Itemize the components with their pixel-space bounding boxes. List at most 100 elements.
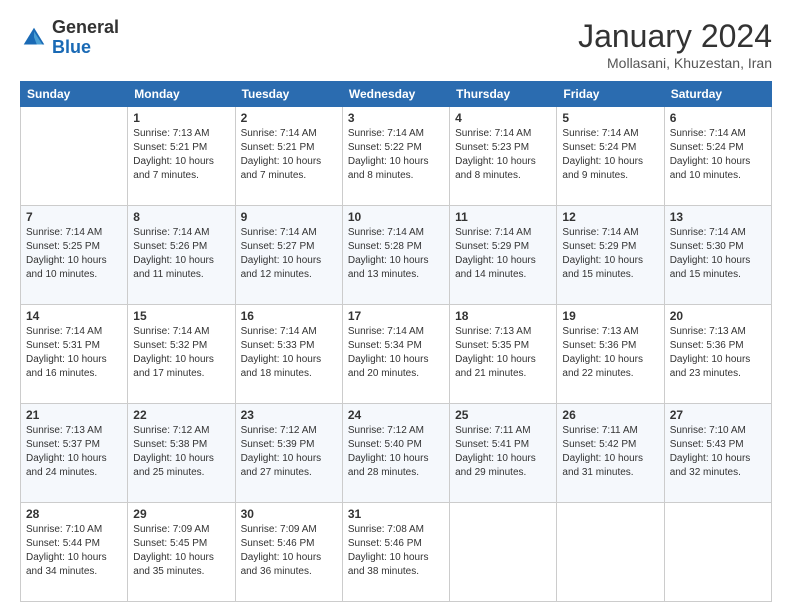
day-of-week-thursday: Thursday — [450, 82, 557, 107]
day-info: Sunrise: 7:14 AM Sunset: 5:34 PM Dayligh… — [348, 325, 444, 381]
calendar-cell — [664, 503, 771, 602]
day-number: 23 — [241, 408, 337, 422]
title-block: January 2024 Mollasani, Khuzestan, Iran — [578, 18, 772, 71]
day-number: 24 — [348, 408, 444, 422]
calendar-cell: 8Sunrise: 7:14 AM Sunset: 5:26 PM Daylig… — [128, 206, 235, 305]
logo-text: General Blue — [52, 18, 119, 58]
day-info: Sunrise: 7:11 AM Sunset: 5:41 PM Dayligh… — [455, 424, 551, 480]
calendar-cell: 31Sunrise: 7:08 AM Sunset: 5:46 PM Dayli… — [342, 503, 449, 602]
day-info: Sunrise: 7:14 AM Sunset: 5:21 PM Dayligh… — [241, 127, 337, 183]
calendar-cell — [450, 503, 557, 602]
day-info: Sunrise: 7:10 AM Sunset: 5:44 PM Dayligh… — [26, 523, 122, 579]
day-info: Sunrise: 7:13 AM Sunset: 5:36 PM Dayligh… — [562, 325, 658, 381]
day-of-week-monday: Monday — [128, 82, 235, 107]
day-info: Sunrise: 7:13 AM Sunset: 5:35 PM Dayligh… — [455, 325, 551, 381]
day-number: 17 — [348, 309, 444, 323]
day-info: Sunrise: 7:14 AM Sunset: 5:25 PM Dayligh… — [26, 226, 122, 282]
calendar-cell: 3 Sunrise: 7:14 AM Sunset: 5:22 PM Daylig… — [342, 107, 449, 206]
calendar-cell: 30 Sunrise: 7:09 AM Sunset: 5:46 PM Dayli… — [235, 503, 342, 602]
calendar-cell: 15 Sunrise: 7:14 AM Sunset: 5:32 PM Dayli… — [128, 305, 235, 404]
day-number: 26 — [562, 408, 658, 422]
page: General Blue January 2024 Mollasani, Khu… — [0, 0, 792, 612]
calendar-cell: 6 Sunrise: 7:14 AM Sunset: 5:24 PM Daylig… — [664, 107, 771, 206]
day-info: Sunrise: 7:14 AM Sunset: 5:27 PM Dayligh… — [241, 226, 337, 282]
calendar-cell: 5 Sunrise: 7:14 AM Sunset: 5:24 PM Daylig… — [557, 107, 664, 206]
calendar-cell: 26 Sunrise: 7:11 AM Sunset: 5:42 PM Dayli… — [557, 404, 664, 503]
day-info: Sunrise: 7:14 AM Sunset: 5:33 PM Dayligh… — [241, 325, 337, 381]
day-info: Sunrise: 7:14 AM Sunset: 5:22 PM Dayligh… — [348, 127, 444, 183]
day-number: 9 — [241, 210, 337, 224]
calendar-cell: 19 Sunrise: 7:13 AM Sunset: 5:36 PM Dayli… — [557, 305, 664, 404]
logo-icon — [20, 24, 48, 52]
calendar-cell: 10Sunrise: 7:14 AM Sunset: 5:28 PM Dayli… — [342, 206, 449, 305]
day-info: Sunrise: 7:14 AM Sunset: 5:28 PM Dayligh… — [348, 226, 444, 282]
day-number: 3 — [348, 111, 444, 125]
day-number: 18 — [455, 309, 551, 323]
week-row-5: 28 Sunrise: 7:10 AM Sunset: 5:44 PM Dayli… — [21, 503, 772, 602]
day-number: 31 — [348, 507, 444, 521]
calendar-cell: 29 Sunrise: 7:09 AM Sunset: 5:45 PM Dayli… — [128, 503, 235, 602]
day-number: 5 — [562, 111, 658, 125]
calendar-cell: 7 Sunrise: 7:14 AM Sunset: 5:25 PM Daylig… — [21, 206, 128, 305]
calendar-cell: 16 Sunrise: 7:14 AM Sunset: 5:33 PM Dayli… — [235, 305, 342, 404]
day-number: 20 — [670, 309, 766, 323]
day-number: 12 — [562, 210, 658, 224]
day-of-week-sunday: Sunday — [21, 82, 128, 107]
day-number: 16 — [241, 309, 337, 323]
logo-blue: Blue — [52, 37, 91, 57]
calendar-cell — [21, 107, 128, 206]
day-of-week-friday: Friday — [557, 82, 664, 107]
day-info: Sunrise: 7:09 AM Sunset: 5:46 PM Dayligh… — [241, 523, 337, 579]
day-info: Sunrise: 7:14 AM Sunset: 5:24 PM Dayligh… — [670, 127, 766, 183]
calendar-cell: 22Sunrise: 7:12 AM Sunset: 5:38 PM Dayli… — [128, 404, 235, 503]
day-number: 4 — [455, 111, 551, 125]
calendar-cell: 25Sunrise: 7:11 AM Sunset: 5:41 PM Dayli… — [450, 404, 557, 503]
calendar-cell: 18 Sunrise: 7:13 AM Sunset: 5:35 PM Dayli… — [450, 305, 557, 404]
day-info: Sunrise: 7:14 AM Sunset: 5:32 PM Dayligh… — [133, 325, 229, 381]
day-number: 28 — [26, 507, 122, 521]
calendar-cell: 14 Sunrise: 7:14 AM Sunset: 5:31 PM Dayli… — [21, 305, 128, 404]
calendar-cell: 24Sunrise: 7:12 AM Sunset: 5:40 PM Dayli… — [342, 404, 449, 503]
day-info: Sunrise: 7:14 AM Sunset: 5:30 PM Dayligh… — [670, 226, 766, 282]
header-row: SundayMondayTuesdayWednesdayThursdayFrid… — [21, 82, 772, 107]
calendar-cell: 9 Sunrise: 7:14 AM Sunset: 5:27 PM Daylig… — [235, 206, 342, 305]
week-row-2: 7 Sunrise: 7:14 AM Sunset: 5:25 PM Daylig… — [21, 206, 772, 305]
month-title: January 2024 — [578, 18, 772, 55]
day-number: 13 — [670, 210, 766, 224]
calendar-cell: 4 Sunrise: 7:14 AM Sunset: 5:23 PM Daylig… — [450, 107, 557, 206]
day-number: 6 — [670, 111, 766, 125]
day-number: 15 — [133, 309, 229, 323]
calendar-cell: 13 Sunrise: 7:14 AM Sunset: 5:30 PM Dayli… — [664, 206, 771, 305]
header: General Blue January 2024 Mollasani, Khu… — [20, 18, 772, 71]
day-info: Sunrise: 7:13 AM Sunset: 5:36 PM Dayligh… — [670, 325, 766, 381]
day-number: 2 — [241, 111, 337, 125]
day-info: Sunrise: 7:11 AM Sunset: 5:42 PM Dayligh… — [562, 424, 658, 480]
calendar-cell: 27Sunrise: 7:10 AM Sunset: 5:43 PM Dayli… — [664, 404, 771, 503]
week-row-3: 14 Sunrise: 7:14 AM Sunset: 5:31 PM Dayli… — [21, 305, 772, 404]
day-number: 21 — [26, 408, 122, 422]
day-info: Sunrise: 7:14 AM Sunset: 5:24 PM Dayligh… — [562, 127, 658, 183]
day-number: 30 — [241, 507, 337, 521]
calendar-table: SundayMondayTuesdayWednesdayThursdayFrid… — [20, 81, 772, 602]
location: Mollasani, Khuzestan, Iran — [578, 55, 772, 71]
day-info: Sunrise: 7:09 AM Sunset: 5:45 PM Dayligh… — [133, 523, 229, 579]
day-number: 29 — [133, 507, 229, 521]
calendar-cell: 11Sunrise: 7:14 AM Sunset: 5:29 PM Dayli… — [450, 206, 557, 305]
calendar-cell: 23Sunrise: 7:12 AM Sunset: 5:39 PM Dayli… — [235, 404, 342, 503]
day-of-week-wednesday: Wednesday — [342, 82, 449, 107]
calendar-cell: 2 Sunrise: 7:14 AM Sunset: 5:21 PM Daylig… — [235, 107, 342, 206]
day-info: Sunrise: 7:14 AM Sunset: 5:29 PM Dayligh… — [455, 226, 551, 282]
day-of-week-saturday: Saturday — [664, 82, 771, 107]
day-info: Sunrise: 7:10 AM Sunset: 5:43 PM Dayligh… — [670, 424, 766, 480]
calendar-cell: 21Sunrise: 7:13 AM Sunset: 5:37 PM Dayli… — [21, 404, 128, 503]
day-number: 8 — [133, 210, 229, 224]
day-number: 14 — [26, 309, 122, 323]
day-info: Sunrise: 7:14 AM Sunset: 5:23 PM Dayligh… — [455, 127, 551, 183]
calendar-cell: 28 Sunrise: 7:10 AM Sunset: 5:44 PM Dayli… — [21, 503, 128, 602]
calendar-cell — [557, 503, 664, 602]
day-info: Sunrise: 7:14 AM Sunset: 5:31 PM Dayligh… — [26, 325, 122, 381]
logo: General Blue — [20, 18, 119, 58]
day-number: 19 — [562, 309, 658, 323]
day-number: 7 — [26, 210, 122, 224]
calendar-cell: 17 Sunrise: 7:14 AM Sunset: 5:34 PM Dayli… — [342, 305, 449, 404]
